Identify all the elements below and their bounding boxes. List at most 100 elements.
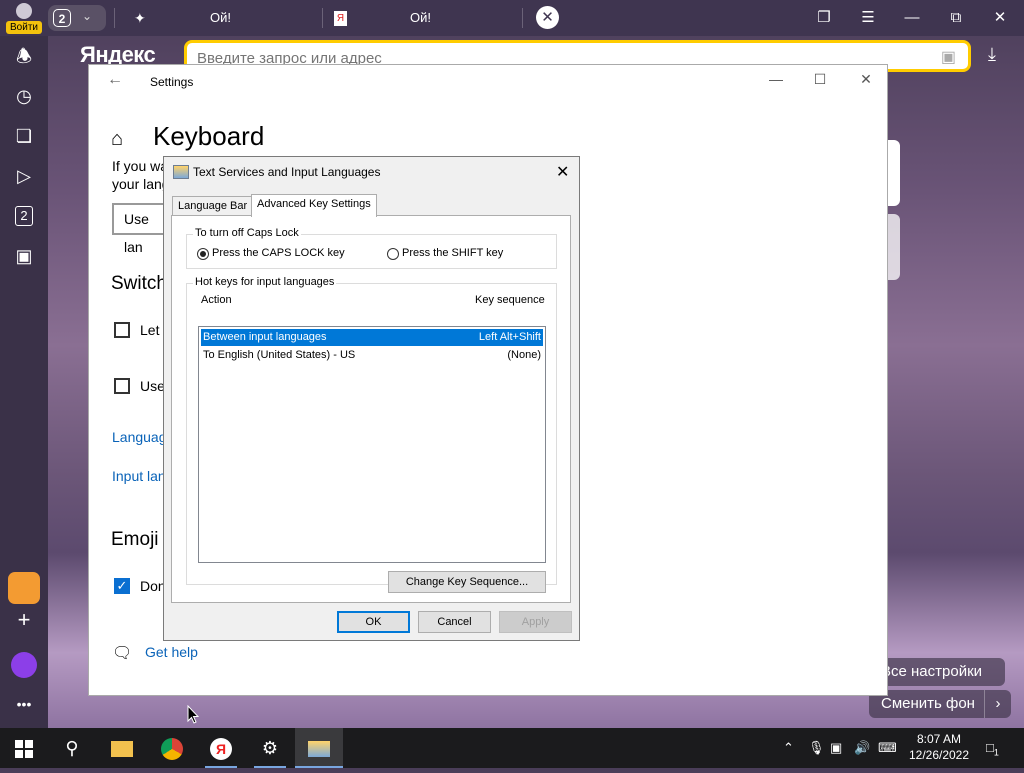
system-clock[interactable]: 8:07 AM 12/26/2022 <box>908 731 970 763</box>
input-languages-icon[interactable] <box>295 728 343 768</box>
apply-button[interactable]: Apply <box>499 611 572 633</box>
windows-start-icon[interactable] <box>0 728 48 768</box>
clock-date: 12/26/2022 <box>908 748 970 762</box>
more-icon[interactable]: ••• <box>12 692 36 716</box>
change-key-sequence-button[interactable]: Change Key Sequence... <box>388 571 546 593</box>
input-language-link[interactable]: Input lan <box>112 468 166 484</box>
file-explorer-icon[interactable] <box>98 728 146 768</box>
hotkey-action: Between input languages <box>203 331 327 343</box>
keyboard-icon <box>173 165 189 179</box>
shift-radio[interactable] <box>387 248 399 260</box>
column-action: Action <box>201 294 232 306</box>
tab-badge-icon[interactable]: 2 <box>12 204 36 228</box>
close-icon[interactable]: ✕ <box>980 0 1020 36</box>
bookmarks-icon[interactable]: ❐ <box>804 0 844 36</box>
language-link[interactable]: Languag <box>112 429 167 445</box>
let-label: Let <box>140 322 160 338</box>
tab-language-bar[interactable]: Language Bar <box>172 196 252 216</box>
list-item[interactable]: To English (United States) - US (None) <box>201 347 543 364</box>
caps-lock-group-label: To turn off Caps Lock <box>193 227 301 239</box>
cancel-button[interactable]: Cancel <box>418 611 491 633</box>
tab-divider <box>522 8 523 28</box>
tab-1-title: Ой! <box>210 10 231 25</box>
back-arrow-icon[interactable]: ← <box>107 71 123 89</box>
add-icon[interactable]: + <box>12 608 36 632</box>
bell-icon[interactable]: 🕭 <box>12 44 36 68</box>
mail-icon[interactable] <box>8 572 40 604</box>
list-item[interactable]: Between input languages Left Alt+Shift <box>201 329 543 346</box>
hotkey-sequence: (None) <box>507 349 541 361</box>
collections-icon[interactable]: ❏ <box>12 124 36 148</box>
taskbar: ⚲ Я ⚙ ⌃ 🎙 ▣ 🔊 ⌨ 8:07 AM 12/26/2022 □1 <box>0 728 1024 768</box>
home-icon[interactable]: ⌂ <box>111 129 131 149</box>
clock-time: 8:07 AM <box>916 732 962 746</box>
switch-heading: Switch <box>111 273 167 294</box>
chevron-right-icon: › <box>984 690 1011 718</box>
user-icon <box>16 3 32 19</box>
description-line-1: If you wa <box>112 158 169 174</box>
tab-divider <box>322 8 323 28</box>
let-checkbox[interactable] <box>114 322 130 338</box>
chrome-icon[interactable] <box>148 728 196 768</box>
menu-icon[interactable]: ☰ <box>848 0 888 36</box>
dialog-title: Text Services and Input Languages <box>193 165 381 179</box>
play-icon[interactable]: ▷ <box>12 164 36 188</box>
keyboard-icon[interactable]: ⌨ <box>878 728 897 768</box>
close-icon[interactable]: ✕ <box>556 162 569 182</box>
tab-advanced-key-settings[interactable]: Advanced Key Settings <box>251 194 377 217</box>
help-icon: 🗨 <box>112 645 133 662</box>
description-line-2: your lang <box>112 176 170 192</box>
settings-gear-icon[interactable]: ⚙ <box>246 728 294 768</box>
yandex-browser-icon[interactable]: Я <box>197 728 245 768</box>
widget-card <box>888 214 900 280</box>
all-settings-button[interactable]: Все настройки <box>869 658 1005 686</box>
caps-lock-radio-label[interactable]: Press the CAPS LOCK key <box>212 247 345 259</box>
minimize-icon[interactable]: — <box>892 0 932 36</box>
history-icon[interactable]: ◷ <box>12 84 36 108</box>
close-icon[interactable]: ✕ <box>851 71 881 88</box>
tab-count: 2 <box>53 9 71 27</box>
camera-icon[interactable]: ▣ <box>941 47 956 67</box>
change-background-button[interactable]: Сменить фон › <box>869 690 1011 718</box>
tab-2[interactable]: Я Ой! <box>334 0 514 36</box>
tab-2-title: Ой! <box>410 10 431 25</box>
emoji-heading: Emoji <box>111 529 159 550</box>
minimize-icon[interactable]: — <box>761 71 791 87</box>
widget-card <box>888 140 900 206</box>
volume-icon[interactable]: 🔊 <box>854 728 870 768</box>
notification-count: 1 <box>993 747 999 758</box>
hotkeys-group-label: Hot keys for input languages <box>193 276 337 288</box>
caps-lock-radio[interactable] <box>197 248 209 260</box>
chevron-up-icon[interactable]: ⌃ <box>783 728 794 768</box>
close-tab-button[interactable]: ✕ <box>536 6 559 29</box>
hotkey-sequence: Left Alt+Shift <box>478 331 541 343</box>
restore-icon[interactable]: ⧉ <box>936 0 976 36</box>
tab-counter-button[interactable]: 2 ⌄ <box>48 5 106 31</box>
page-title: Keyboard <box>153 121 265 151</box>
microphone-icon[interactable]: 🎙 <box>808 728 825 768</box>
caps-lock-group: To turn off Caps Lock Press the CAPS LOC… <box>186 227 557 269</box>
download-icon[interactable]: ⤓ <box>988 44 996 65</box>
use-label: Use <box>140 378 165 394</box>
hotkeys-group: Hot keys for input languages Action Key … <box>186 276 557 593</box>
maximize-icon[interactable]: ☐ <box>805 71 835 88</box>
ok-button[interactable]: OK <box>337 611 410 633</box>
alice-icon[interactable] <box>11 652 37 678</box>
hotkeys-list[interactable]: Between input languages Left Alt+Shift T… <box>198 326 546 563</box>
login-label: Войти <box>6 21 42 34</box>
tab-1[interactable]: ✦ Ой! <box>134 0 314 36</box>
browser-sidebar: 🕭 ◷ ❏ ▷ 2 ▣ + ••• <box>0 36 48 728</box>
login-button[interactable]: Войти <box>6 3 42 34</box>
get-help-link[interactable]: Get help <box>145 644 198 660</box>
shift-radio-label[interactable]: Press the SHIFT key <box>402 247 503 259</box>
notification-center-icon[interactable]: □1 <box>986 728 999 768</box>
use-checkbox[interactable] <box>114 378 130 394</box>
search-icon[interactable]: ⚲ <box>48 728 96 768</box>
column-key-sequence: Key sequence <box>475 294 545 306</box>
sparkle-icon: ✦ <box>134 10 146 26</box>
screenshot-icon[interactable]: ▣ <box>12 244 36 268</box>
browser-topbar: Войти 2 ⌄ ✦ Ой! Я Ой! ✕ ❐ ☰ — ⧉ ✕ <box>0 0 1024 36</box>
done-checkbox[interactable]: ✓ <box>114 578 130 594</box>
network-icon[interactable]: ▣ <box>830 728 842 768</box>
text-services-dialog: Text Services and Input Languages ✕ Lang… <box>163 156 580 641</box>
